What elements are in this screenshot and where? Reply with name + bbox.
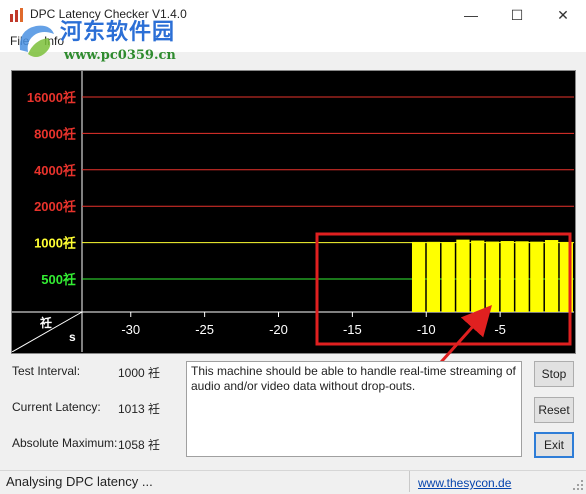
y-tick-label: 1000祍 — [34, 236, 76, 251]
y-tick-label: 2000祍 — [34, 199, 76, 214]
status-message-box: This machine should be able to handle re… — [186, 361, 522, 457]
y-tick-label: 16000祍 — [27, 90, 76, 105]
latency-bar — [500, 241, 514, 312]
current-latency-value: 1013 祍 — [118, 402, 161, 416]
close-icon: ✕ — [557, 6, 569, 23]
minimize-button[interactable]: — — [448, 0, 494, 30]
status-separator — [409, 471, 410, 492]
absolute-max-label: Absolute Maximum: — [12, 436, 118, 450]
latency-bar — [544, 240, 559, 312]
y-tick-label: 8000祍 — [34, 126, 76, 141]
x-tick-label: -20 — [269, 322, 288, 337]
exit-button[interactable]: Exit — [534, 432, 574, 458]
latency-bar — [515, 241, 529, 312]
x-tick-label: -30 — [121, 322, 140, 337]
watermark-logo-icon — [19, 25, 54, 57]
watermark-url: www.pc0359.cn — [64, 48, 176, 63]
grid-lines — [82, 96, 574, 280]
latency-bar — [530, 241, 544, 312]
y-tick-labels: 16000祍 8000祍 4000祍 2000祍 1000祍 500祍 — [27, 90, 76, 287]
y-tick-label: 500祍 — [41, 272, 76, 287]
stop-button[interactable]: Stop — [534, 361, 574, 387]
maximize-button[interactable]: ☐ — [494, 0, 540, 30]
maximize-icon: ☐ — [510, 6, 524, 23]
test-interval-value: 1000 祍 — [118, 366, 161, 380]
y-tick-label: 4000祍 — [34, 163, 76, 178]
absolute-max-value: 1058 祍 — [118, 438, 161, 452]
minimize-icon: — — [464, 7, 478, 23]
status-text: Analysing DPC latency ... — [6, 474, 153, 489]
thesycon-link[interactable]: www.thesycon.de — [418, 476, 511, 490]
resize-grip-icon[interactable] — [572, 479, 584, 491]
corner-unit-y: 祍 — [39, 315, 52, 330]
close-button[interactable]: ✕ — [540, 0, 586, 30]
reset-button[interactable]: Reset — [534, 397, 574, 423]
watermark-text: 河东软件园 — [60, 19, 176, 45]
x-tick-label: -25 — [195, 322, 214, 337]
test-interval-label: Test Interval: — [12, 364, 81, 378]
x-tick-label: -15 — [343, 322, 362, 337]
corner-unit-x: s — [69, 330, 76, 344]
current-latency-label: Current Latency: — [12, 400, 101, 414]
